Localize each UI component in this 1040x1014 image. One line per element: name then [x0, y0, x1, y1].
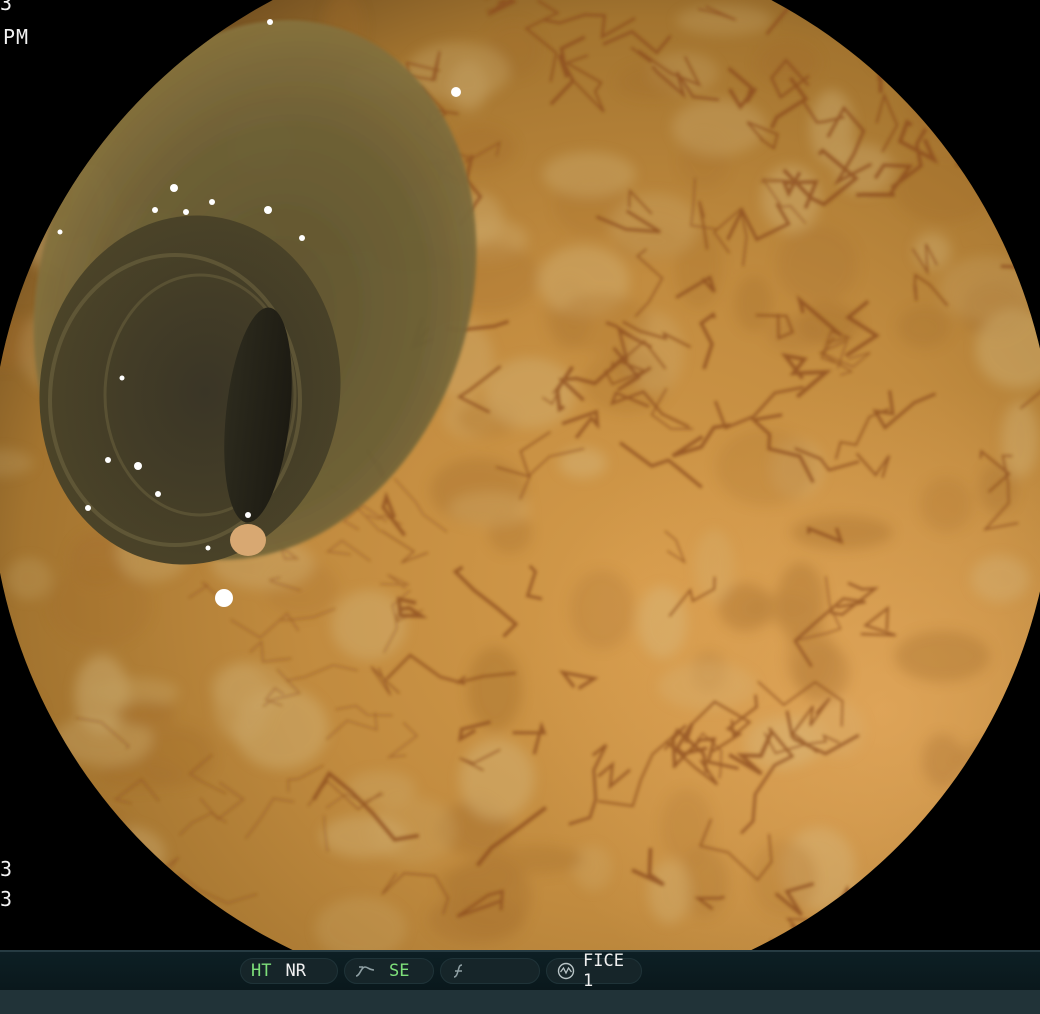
enhancement-curve-icon	[355, 964, 375, 978]
endoscopy-screen: 3 PM 3 3 HT NR SE FICE 1	[0, 0, 1040, 1014]
fice-wave-icon	[557, 962, 575, 980]
function-f-icon	[451, 963, 467, 979]
fice-label: FICE 1	[583, 951, 624, 991]
function-indicator	[440, 958, 540, 984]
overlay-top-text: 3	[0, 0, 14, 15]
overlay-bottom-text-1: 3	[0, 857, 14, 881]
endoscopic-view	[0, 0, 1040, 950]
ht-nr-indicator: HT NR	[240, 958, 338, 984]
time-period-label: PM	[3, 25, 30, 49]
se-indicator: SE	[344, 958, 434, 984]
nr-label: NR	[285, 961, 306, 981]
ht-label: HT	[251, 961, 272, 981]
status-bar-lower-strip	[0, 990, 1040, 1014]
se-label: SE	[389, 961, 410, 981]
fice-indicator: FICE 1	[546, 951, 642, 991]
overlay-bottom-text-2: 3	[0, 887, 14, 911]
